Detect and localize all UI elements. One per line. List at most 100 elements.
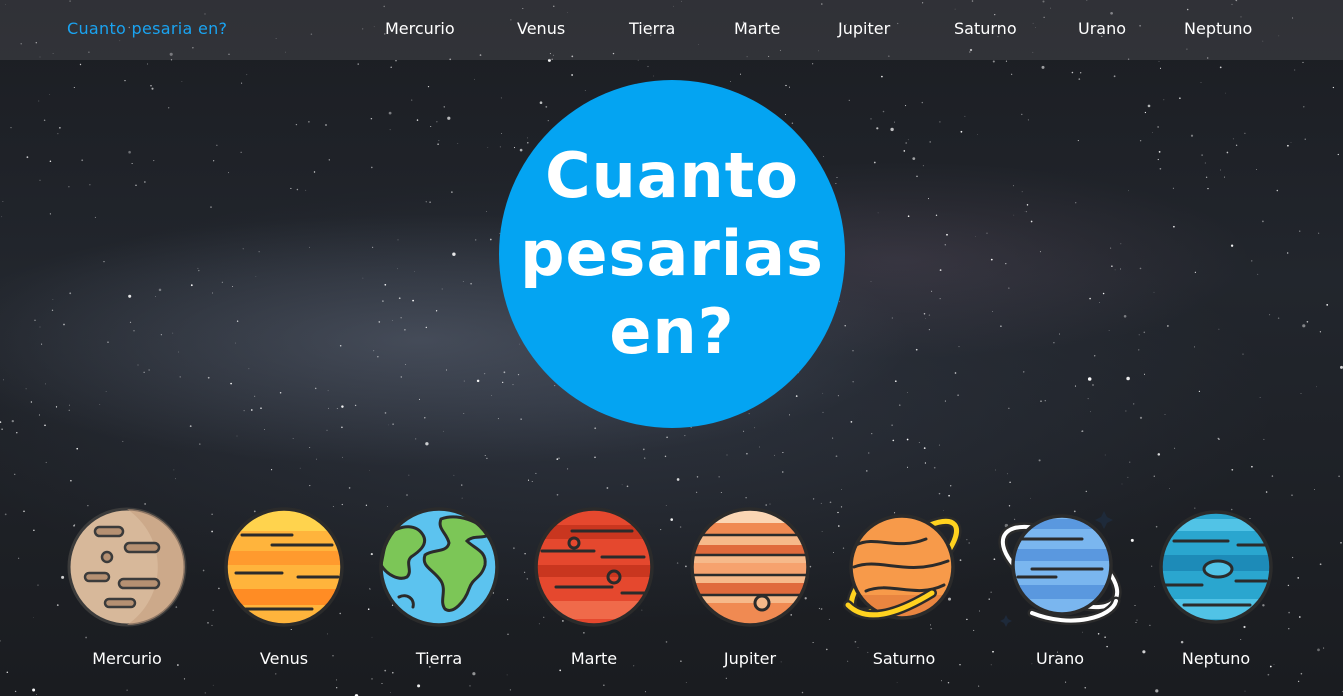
star	[1169, 487, 1170, 489]
star	[49, 94, 51, 95]
star	[438, 140, 440, 141]
star	[309, 446, 311, 448]
star	[1104, 454, 1106, 456]
star	[23, 510, 25, 513]
star	[918, 442, 920, 444]
star	[665, 505, 667, 506]
star	[45, 461, 47, 464]
star	[400, 376, 403, 378]
star	[1023, 371, 1025, 373]
planet-card-venus[interactable]: Venus	[214, 505, 354, 668]
brand-link[interactable]: Cuanto pesaria en?	[67, 19, 227, 38]
star	[547, 120, 549, 122]
star	[928, 329, 930, 331]
star	[414, 271, 415, 273]
star	[1090, 411, 1091, 413]
star	[933, 466, 936, 469]
star	[941, 680, 942, 682]
star	[1030, 497, 1031, 499]
star	[896, 682, 898, 683]
star	[122, 440, 124, 442]
star	[210, 206, 212, 208]
star	[1000, 325, 1002, 328]
star	[938, 492, 941, 495]
star	[906, 466, 909, 468]
planet-card-mercurio[interactable]: Mercurio	[57, 505, 197, 668]
star	[211, 624, 213, 626]
star	[935, 214, 938, 216]
star	[1040, 400, 1042, 403]
star	[497, 418, 499, 420]
star	[785, 84, 787, 87]
star	[653, 75, 655, 77]
planet-card-tierra[interactable]: Tierra	[369, 505, 509, 668]
star	[870, 118, 872, 120]
star	[371, 166, 373, 169]
star	[470, 282, 472, 285]
nav-link-tierra[interactable]: Tierra	[629, 19, 675, 38]
star	[1200, 82, 1202, 83]
star	[684, 435, 686, 437]
planet-card-jupiter[interactable]: Jupiter	[680, 505, 820, 668]
star	[39, 179, 41, 181]
planet-label-urano: Urano	[1035, 649, 1085, 668]
star	[1071, 71, 1074, 74]
star	[1081, 430, 1083, 433]
nav-link-marte[interactable]: Marte	[734, 19, 780, 38]
star	[475, 239, 477, 241]
star	[1276, 189, 1279, 192]
star	[373, 350, 375, 352]
planet-label-jupiter: Jupiter	[723, 649, 777, 668]
star	[1269, 314, 1271, 316]
nav-link-urano[interactable]: Urano	[1078, 19, 1126, 38]
star	[848, 99, 850, 102]
star	[81, 159, 84, 162]
star	[1077, 140, 1079, 142]
star	[255, 276, 257, 277]
star	[1053, 341, 1055, 344]
star	[1338, 475, 1340, 478]
star	[425, 442, 429, 446]
planet-card-marte[interactable]: Marte	[524, 505, 664, 668]
star	[221, 281, 223, 283]
star	[1011, 73, 1013, 75]
planet-card-saturno[interactable]: Saturno	[834, 505, 974, 668]
star	[63, 323, 65, 326]
nav-link-mercurio[interactable]: Mercurio	[385, 19, 455, 38]
star	[1271, 475, 1274, 477]
star	[1244, 132, 1246, 134]
star	[103, 260, 105, 263]
star	[150, 85, 152, 87]
star	[1128, 190, 1129, 192]
planet-card-urano[interactable]: Urano	[990, 505, 1130, 668]
star	[1230, 244, 1234, 247]
nav-link-venus[interactable]: Venus	[517, 19, 565, 38]
star	[1078, 78, 1081, 80]
nav-link-neptuno[interactable]: Neptuno	[1184, 19, 1252, 38]
star	[483, 372, 486, 375]
star	[571, 74, 573, 76]
nav-link-jupiter[interactable]: Jupiter	[838, 19, 890, 38]
star	[921, 101, 923, 104]
star	[212, 292, 214, 294]
star	[43, 119, 46, 121]
star	[16, 432, 18, 434]
star	[509, 689, 512, 691]
star	[1026, 204, 1029, 206]
star	[1080, 72, 1082, 74]
star	[1205, 176, 1208, 178]
star	[821, 608, 823, 610]
planet-card-neptuno[interactable]: Neptuno	[1146, 505, 1286, 668]
star	[1256, 169, 1257, 170]
star	[1201, 154, 1203, 156]
star	[789, 414, 790, 416]
star	[404, 329, 406, 331]
star	[502, 381, 504, 383]
star	[59, 127, 61, 129]
star	[357, 63, 359, 65]
nav-link-saturno[interactable]: Saturno	[954, 19, 1017, 38]
star	[513, 547, 515, 550]
star	[469, 685, 471, 687]
star	[1262, 220, 1264, 223]
star	[939, 298, 941, 300]
